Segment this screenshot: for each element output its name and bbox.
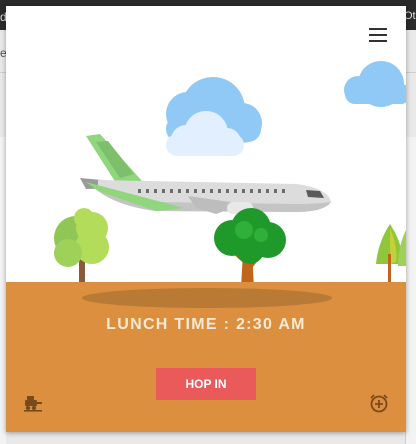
menu-bar: [369, 40, 387, 42]
scene-illustration: [54, 61, 406, 288]
background-panel-right: [405, 137, 416, 444]
add-alarm-icon[interactable]: [368, 392, 390, 414]
hamburger-menu-icon[interactable]: [366, 24, 390, 46]
trees-right: [376, 224, 406, 286]
transport-filter-icon[interactable]: [22, 392, 44, 414]
ground-shadow: [82, 288, 332, 308]
hop-in-button[interactable]: HOP IN: [156, 368, 256, 400]
tree-left: [54, 208, 109, 286]
menu-bar: [369, 28, 387, 30]
cloud-right: [344, 61, 406, 107]
extension-popup: LUNCH TIME : 2:30 AM HOP IN: [6, 6, 406, 432]
tree-center: [214, 208, 286, 288]
lunch-time-label: LUNCH TIME : 2:30 AM: [106, 316, 306, 333]
cloud-large: [166, 77, 262, 156]
menu-bar: [369, 34, 387, 36]
